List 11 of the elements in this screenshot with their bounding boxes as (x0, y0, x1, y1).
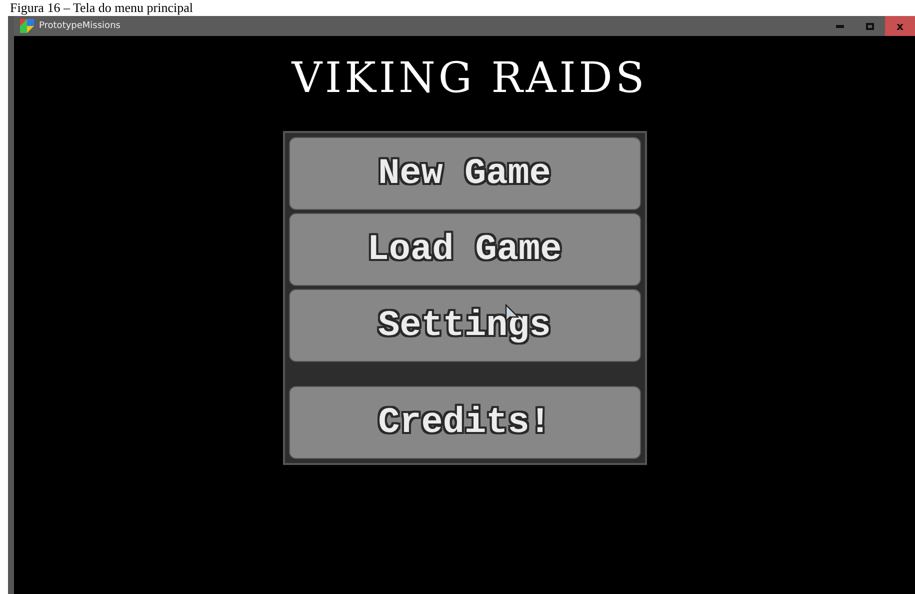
menu-button[interactable]: New Game (288, 137, 640, 210)
window-title: PrototypeMissions (39, 21, 120, 31)
app-logo-icon (20, 19, 34, 33)
game-title: VIKING RAIDS (292, 52, 648, 104)
menu-button[interactable]: Credits! (288, 386, 640, 459)
menu-button[interactable]: Settings (288, 289, 640, 362)
figure-caption: Figura 16 – Tela do menu principal (9, 0, 194, 16)
close-button[interactable]: x (885, 16, 915, 36)
minimize-icon (836, 24, 844, 28)
maximize-icon (866, 22, 874, 30)
menu-button[interactable]: Load Game (288, 213, 640, 286)
